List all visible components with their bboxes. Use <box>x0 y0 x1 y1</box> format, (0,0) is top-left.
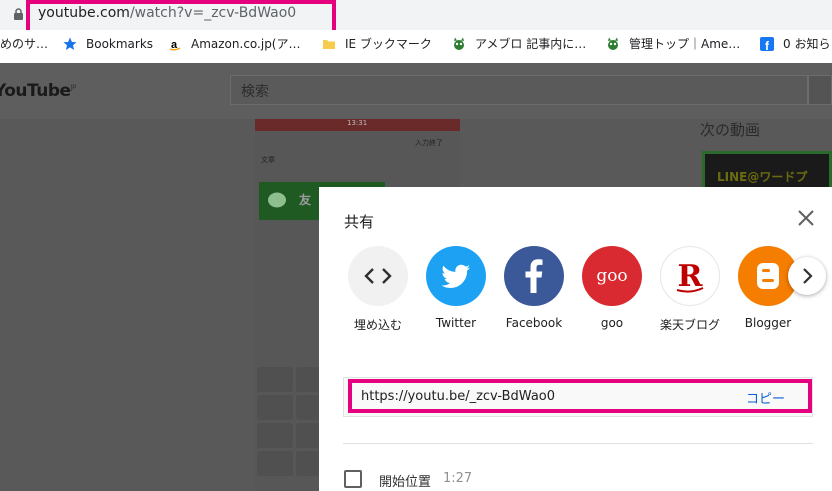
twitter-icon <box>426 246 486 306</box>
share-option-label: 楽天ブログ <box>659 318 720 332</box>
share-option-goo[interactable]: goo goo <box>577 246 647 330</box>
facebook-icon <box>504 246 564 306</box>
ameblo-icon <box>608 37 618 50</box>
bookmark-item-ameblo[interactable]: アメブロ 記事内に… <box>452 36 586 52</box>
keyboard-key <box>257 423 293 448</box>
line-icon <box>268 192 286 208</box>
facebook-icon: f <box>760 37 774 51</box>
message-label: 文章 <box>261 156 275 164</box>
bookmark-item-facebook[interactable]: f 0 お知ら <box>760 36 830 52</box>
goo-icon: goo <box>582 246 642 306</box>
share-option-label: Twitter <box>435 316 477 330</box>
start-time-label: 開始位置 <box>379 475 432 490</box>
share-option-label: Blogger <box>744 316 792 330</box>
keyboard-key <box>257 367 293 392</box>
close-icon[interactable] <box>795 207 817 229</box>
search-input[interactable]: 検索 <box>230 75 808 105</box>
bookmark-label: 管理トップ｜Ame… <box>629 37 741 51</box>
star-icon <box>63 37 77 50</box>
phone-status-bar: 13:31 <box>255 119 460 131</box>
share-option-embed[interactable]: 埋め込む <box>343 246 413 333</box>
bookmark-label: IE ブックマーク <box>345 37 432 51</box>
share-dialog-title: 共有 <box>344 213 375 231</box>
keyboard-key <box>296 395 320 420</box>
svg-text:goo: goo <box>596 266 627 286</box>
keyboard-key <box>296 423 320 448</box>
lock-icon <box>14 8 23 20</box>
search-placeholder: 検索 <box>241 84 269 100</box>
share-dialog: 共有 埋め込む Twitter Facebook goo goo R 楽天ブログ… <box>319 187 832 491</box>
thumbnail-text: LINE@ワードプ <box>717 170 808 184</box>
input-done-label: 入力終了 <box>415 139 443 147</box>
url-highlight-box <box>26 0 336 34</box>
keyboard-key <box>257 395 293 420</box>
keyboard-key <box>296 367 320 392</box>
keyboard-key <box>257 451 293 476</box>
youtube-logo[interactable]: YouTubeJP <box>0 81 76 101</box>
share-option-label: goo <box>600 316 624 330</box>
chevron-right-icon[interactable] <box>788 257 826 295</box>
folder-icon <box>323 40 335 49</box>
amazon-icon: a <box>168 37 182 51</box>
bookmark-item-amazon[interactable]: a Amazon.co.jp(ア… <box>168 36 301 52</box>
share-option-facebook[interactable]: Facebook <box>499 246 569 330</box>
share-url-highlight-box <box>348 379 812 413</box>
bookmark-label: めのサ… <box>0 37 49 51</box>
share-option-label: 埋め込む <box>353 318 402 332</box>
search-button[interactable] <box>808 75 832 105</box>
bookmark-item-ameba-admin[interactable]: 管理トップ｜Ame… <box>606 36 740 52</box>
bookmark-label: Amazon.co.jp(ア… <box>191 37 301 51</box>
rakuten-icon: R <box>660 246 720 306</box>
share-option-rakuten-blog[interactable]: R 楽天ブログ <box>655 246 725 333</box>
youtube-header: YouTubeJP 検索 <box>0 63 832 119</box>
start-time-checkbox[interactable] <box>344 470 362 488</box>
share-option-label: Facebook <box>505 316 563 330</box>
keyboard-key <box>296 451 320 476</box>
divider <box>343 443 813 444</box>
bookmark-item-bookmarks[interactable]: Bookmarks <box>63 36 153 52</box>
next-videos-title: 次の動画 <box>700 121 761 139</box>
bookmark-label: 0 お知ら <box>783 37 831 51</box>
bookmark-item-ie[interactable]: IE ブックマーク <box>322 36 432 52</box>
start-time-value[interactable]: 1:27 <box>443 471 472 486</box>
share-option-twitter[interactable]: Twitter <box>421 246 491 330</box>
bookmark-label: アメブロ 記事内に… <box>475 37 587 51</box>
embed-icon <box>348 246 408 306</box>
bookmark-label: Bookmarks <box>86 37 154 51</box>
ameblo-icon <box>454 37 464 50</box>
logo-region: JP <box>70 83 77 92</box>
bookmark-item[interactable]: めのサ… <box>0 36 48 52</box>
bookmarks-bar: めのサ… Bookmarks a Amazon.co.jp(ア… IE ブックマ… <box>0 30 832 63</box>
phone-time: 13:31 <box>347 119 368 127</box>
